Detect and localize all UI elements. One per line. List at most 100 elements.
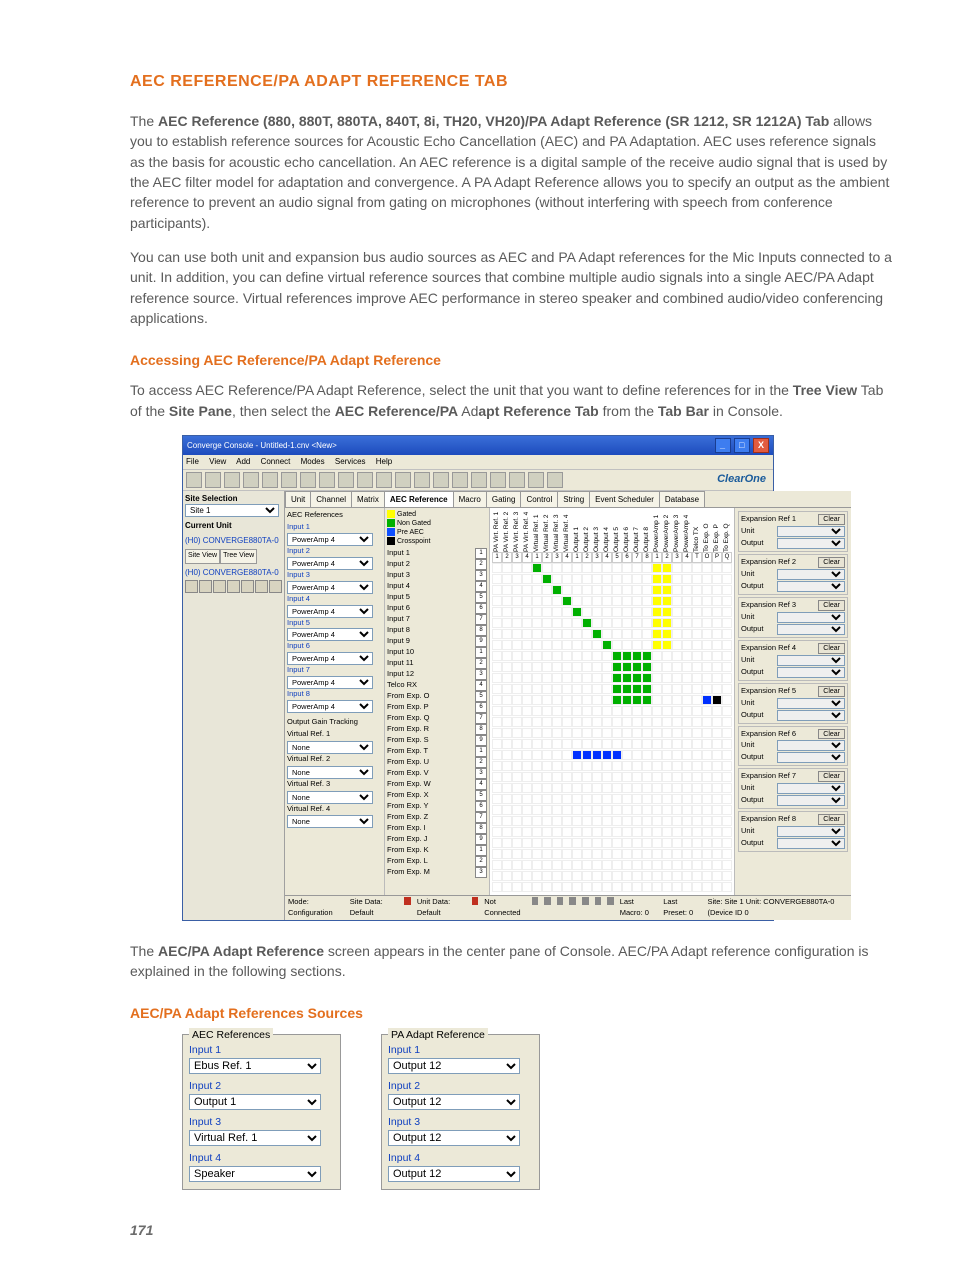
tab-string[interactable]: String	[557, 491, 590, 508]
matrix-cell[interactable]	[592, 871, 602, 881]
matrix-cell[interactable]	[532, 596, 542, 606]
matrix-cell[interactable]	[672, 750, 682, 760]
matrix-cell[interactable]	[692, 618, 702, 628]
matrix-cell[interactable]	[682, 673, 692, 683]
matrix-cell[interactable]	[552, 783, 562, 793]
matrix-cell[interactable]	[702, 849, 712, 859]
matrix-cell[interactable]	[712, 739, 722, 749]
matrix-cell[interactable]	[672, 849, 682, 859]
matrix-cell[interactable]	[712, 882, 722, 892]
matrix-cell[interactable]	[712, 728, 722, 738]
matrix-cell[interactable]	[642, 827, 652, 837]
matrix-cell[interactable]	[532, 651, 542, 661]
matrix-cell[interactable]	[722, 717, 732, 727]
matrix-cell[interactable]	[592, 629, 602, 639]
matrix-cell[interactable]	[512, 860, 522, 870]
matrix-cell[interactable]	[502, 728, 512, 738]
matrix-cell[interactable]	[572, 838, 582, 848]
matrix-cell[interactable]	[672, 805, 682, 815]
matrix-cell[interactable]	[562, 794, 572, 804]
matrix-cell[interactable]	[652, 651, 662, 661]
matrix-cell[interactable]	[492, 750, 502, 760]
matrix-cell[interactable]	[542, 783, 552, 793]
matrix-cell[interactable]	[622, 739, 632, 749]
matrix-cell[interactable]	[552, 684, 562, 694]
matrix-cell[interactable]	[492, 629, 502, 639]
matrix-cell[interactable]	[682, 750, 692, 760]
matrix-cell[interactable]	[622, 728, 632, 738]
exp-unit-dropdown[interactable]	[777, 526, 845, 537]
matrix-cell[interactable]	[692, 783, 702, 793]
matrix-cell[interactable]	[692, 585, 702, 595]
matrix-cell[interactable]	[692, 662, 702, 672]
matrix-cell[interactable]	[622, 761, 632, 771]
matrix-cell[interactable]	[652, 805, 662, 815]
matrix-cell[interactable]	[582, 717, 592, 727]
matrix-cell[interactable]	[492, 794, 502, 804]
matrix-cell[interactable]	[512, 728, 522, 738]
matrix-cell[interactable]	[602, 574, 612, 584]
matrix-cell[interactable]	[522, 805, 532, 815]
matrix-cell[interactable]	[562, 563, 572, 573]
unit-icon[interactable]	[227, 580, 240, 593]
matrix-cell[interactable]	[662, 772, 672, 782]
matrix-cell[interactable]	[582, 596, 592, 606]
matrix-cell[interactable]	[522, 827, 532, 837]
matrix-cell[interactable]	[602, 728, 612, 738]
matrix-cell[interactable]	[672, 728, 682, 738]
matrix-cell[interactable]	[612, 871, 622, 881]
matrix-cell[interactable]	[642, 728, 652, 738]
matrix-cell[interactable]	[602, 860, 612, 870]
matrix-cell[interactable]	[512, 574, 522, 584]
matrix-cell[interactable]	[722, 563, 732, 573]
matrix-cell[interactable]	[702, 640, 712, 650]
matrix-cell[interactable]	[702, 717, 712, 727]
matrix-cell[interactable]	[572, 563, 582, 573]
matrix-cell[interactable]	[642, 640, 652, 650]
matrix-cell[interactable]	[682, 574, 692, 584]
matrix-cell[interactable]	[502, 684, 512, 694]
matrix-cell[interactable]	[612, 684, 622, 694]
toolbar-icon[interactable]	[281, 472, 297, 488]
matrix-cell[interactable]	[672, 871, 682, 881]
matrix-cell[interactable]	[592, 783, 602, 793]
matrix-cell[interactable]	[642, 838, 652, 848]
matrix-cell[interactable]	[612, 750, 622, 760]
clear-button[interactable]: Clear	[818, 643, 845, 654]
menu-services[interactable]: Services	[335, 457, 366, 466]
matrix-cell[interactable]	[542, 607, 552, 617]
matrix-cell[interactable]	[682, 728, 692, 738]
matrix-cell[interactable]	[592, 684, 602, 694]
matrix-cell[interactable]	[712, 585, 722, 595]
matrix-cell[interactable]	[602, 838, 612, 848]
matrix-cell[interactable]	[542, 673, 552, 683]
matrix-cell[interactable]	[492, 618, 502, 628]
tree-node[interactable]: (H0) CONVERGE880TA-0	[185, 567, 282, 579]
matrix-cell[interactable]	[532, 706, 542, 716]
matrix-cell[interactable]	[712, 805, 722, 815]
matrix-cell[interactable]	[612, 783, 622, 793]
matrix-cell[interactable]	[592, 728, 602, 738]
matrix-cell[interactable]	[582, 750, 592, 760]
matrix-cell[interactable]	[692, 827, 702, 837]
matrix-cell[interactable]	[692, 574, 702, 584]
matrix-cell[interactable]	[572, 882, 582, 892]
matrix-cell[interactable]	[712, 849, 722, 859]
matrix-cell[interactable]	[572, 805, 582, 815]
matrix-cell[interactable]	[662, 761, 672, 771]
matrix-cell[interactable]	[582, 849, 592, 859]
matrix-cell[interactable]	[672, 860, 682, 870]
matrix-cell[interactable]	[662, 651, 672, 661]
matrix-cell[interactable]	[672, 574, 682, 584]
matrix-cell[interactable]	[572, 607, 582, 617]
matrix-cell[interactable]	[532, 783, 542, 793]
matrix-cell[interactable]	[652, 695, 662, 705]
matrix-cell[interactable]	[592, 882, 602, 892]
matrix-cell[interactable]	[692, 860, 702, 870]
matrix-cell[interactable]	[582, 607, 592, 617]
matrix-cell[interactable]	[492, 838, 502, 848]
matrix-cell[interactable]	[682, 585, 692, 595]
exp-unit-dropdown[interactable]	[777, 698, 845, 709]
matrix-cell[interactable]	[642, 783, 652, 793]
matrix-cell[interactable]	[542, 596, 552, 606]
